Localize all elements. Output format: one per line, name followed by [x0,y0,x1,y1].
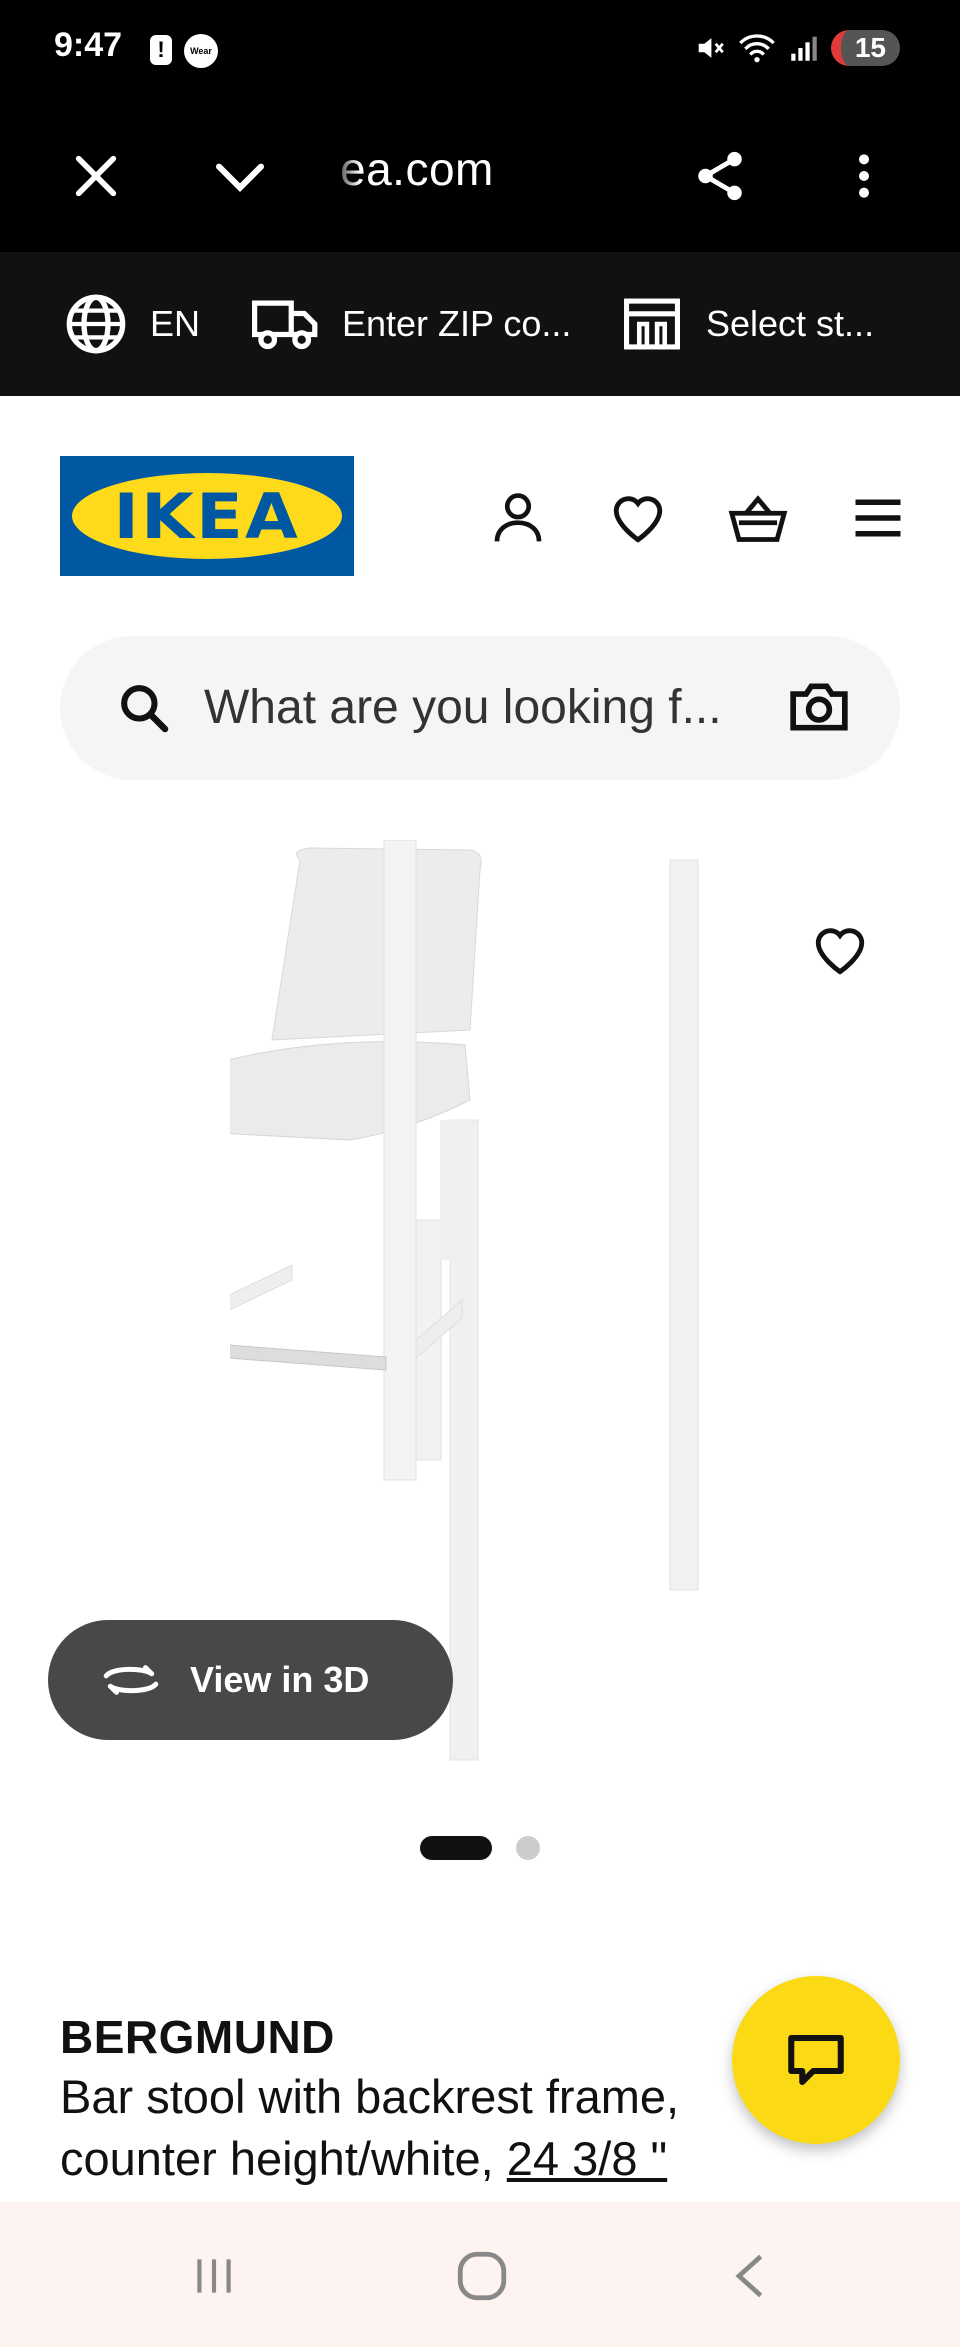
heart-icon [613,496,663,543]
battery-indicator: 15 [830,30,900,66]
more-vert-icon [859,154,869,198]
recent-apps-icon [197,2259,231,2293]
account-icon [494,493,542,542]
home-button[interactable] [442,2246,522,2306]
product-desc-line2: counter height/white, [60,2132,494,2185]
carousel-dot[interactable] [516,1836,540,1860]
store-icon [624,298,680,350]
menu-icon [855,499,901,537]
more-options-button[interactable] [824,136,904,216]
recent-apps-button[interactable] [174,2246,254,2306]
product-desc-line1: Bar stool with backrest frame, [60,2070,680,2123]
search-icon [121,685,169,733]
truck-icon [252,300,318,350]
back-button[interactable] [712,2246,792,2306]
favourites-button[interactable] [596,476,680,560]
language-selector[interactable]: EN [64,288,200,360]
product-measure-link[interactable]: 24 3/8 " [507,2132,667,2185]
header-icons [476,476,920,560]
globe-icon [66,294,126,354]
browser-toolbar: ea.com [0,100,960,252]
expand-button[interactable] [200,136,280,216]
share-button[interactable] [680,136,760,216]
store-label: Select st... [706,303,875,344]
basket-button[interactable] [716,476,800,560]
wifi-icon [738,34,775,63]
url-fade [330,136,360,216]
camera-icon[interactable] [788,676,850,738]
heart-icon [815,928,865,975]
chat-button[interactable] [732,1976,900,2144]
home-icon [457,2251,507,2301]
signal-icon [791,36,817,61]
carousel-dot-active[interactable] [420,1836,492,1860]
alert-icon: ! [150,35,172,65]
system-nav-bar [0,2202,960,2347]
status-right: 15 [693,30,900,66]
product-name: BERGMUND [60,2011,335,2063]
status-bar: 9:47 ! Wear 15 [0,0,960,100]
share-icon [698,151,742,201]
zip-label: Enter ZIP co... [342,303,572,344]
status-time: 9:47 [54,26,123,64]
view-in-3d-button[interactable]: View in 3D [48,1620,453,1740]
url-text[interactable]: ea.com [340,142,494,196]
chevron-down-icon [215,163,265,192]
store-strip: EN Enter ZIP co... Select st... [0,252,960,396]
language-label: EN [150,303,201,344]
zip-selector[interactable]: Enter ZIP co... [252,288,571,360]
image-carousel-dots [420,1836,540,1860]
rotate-3d-icon [103,1665,159,1695]
account-button[interactable] [476,476,560,560]
search-input[interactable]: What are you looking f... [204,680,814,735]
view-in-3d-label: View in 3D [190,1659,370,1700]
chat-icon [788,2034,844,2086]
logo-text: IKEA [113,479,301,553]
close-icon [75,155,117,197]
wear-icon: Wear [184,34,218,68]
menu-button[interactable] [836,476,920,560]
basket-icon [728,495,788,542]
close-tab-button[interactable] [56,136,136,216]
add-to-favourites-button[interactable] [800,910,880,990]
back-icon [735,2254,763,2298]
store-selector[interactable]: Select st... [620,288,874,360]
search-bar[interactable]: What are you looking f... [60,636,900,780]
mute-icon [698,38,724,58]
product-description: Bar stool with backrest frame, counter h… [60,2066,780,2190]
ikea-logo[interactable]: IKEA [60,456,354,576]
logo-ellipse: IKEA [72,473,342,559]
